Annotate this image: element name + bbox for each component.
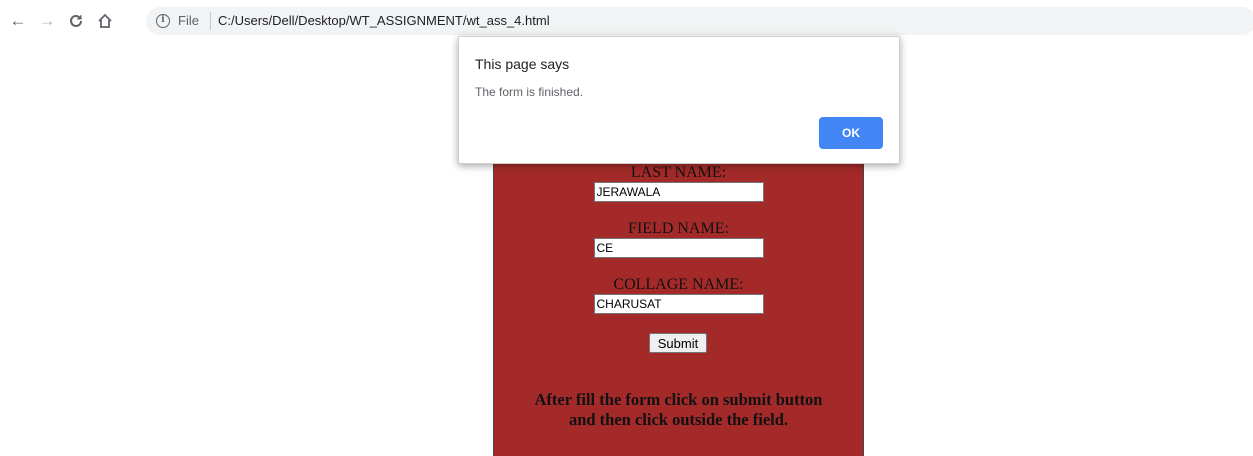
instructions-line-1: After fill the form click on submit butt… (534, 390, 823, 409)
address-bar[interactable]: i File C:/Users/Dell/Desktop/WT_ASSIGNME… (146, 7, 1253, 35)
home-icon (98, 13, 112, 28)
college-name-group: COLLAGE NAME: (494, 276, 863, 314)
address-separator (210, 12, 211, 30)
reload-icon (70, 14, 82, 27)
alert-dialog: This page says The form is finished. OK (458, 36, 900, 164)
field-name-label: FIELD NAME: (628, 220, 729, 237)
last-name-input[interactable] (593, 182, 764, 202)
submit-button[interactable]: Submit (649, 333, 707, 353)
forward-button[interactable]: → (37, 11, 57, 31)
instructions-text: After fill the form click on submit butt… (494, 390, 863, 430)
info-icon[interactable]: i (156, 14, 170, 28)
college-name-label: COLLAGE NAME: (613, 276, 744, 293)
browser-toolbar: ← → i File C:/Users/Dell/Desktop/WT_ASSI… (0, 0, 1253, 40)
last-name-group: LAST NAME: (494, 164, 863, 202)
url-text[interactable]: C:/Users/Dell/Desktop/WT_ASSIGNMENT/wt_a… (218, 13, 550, 28)
dialog-title: This page says (475, 56, 570, 72)
field-name-group: FIELD NAME: (494, 220, 863, 258)
college-name-input[interactable] (593, 294, 764, 314)
dialog-message: The form is finished. (475, 85, 584, 99)
instructions-line-2: and then click outside the field. (568, 410, 789, 429)
url-scheme-label: File (178, 13, 199, 28)
reload-button[interactable] (66, 11, 86, 31)
last-name-label: LAST NAME: (630, 164, 727, 181)
home-button[interactable] (95, 11, 115, 31)
back-button[interactable]: ← (8, 11, 28, 31)
field-name-input[interactable] (593, 238, 764, 258)
ok-button[interactable]: OK (819, 117, 883, 149)
